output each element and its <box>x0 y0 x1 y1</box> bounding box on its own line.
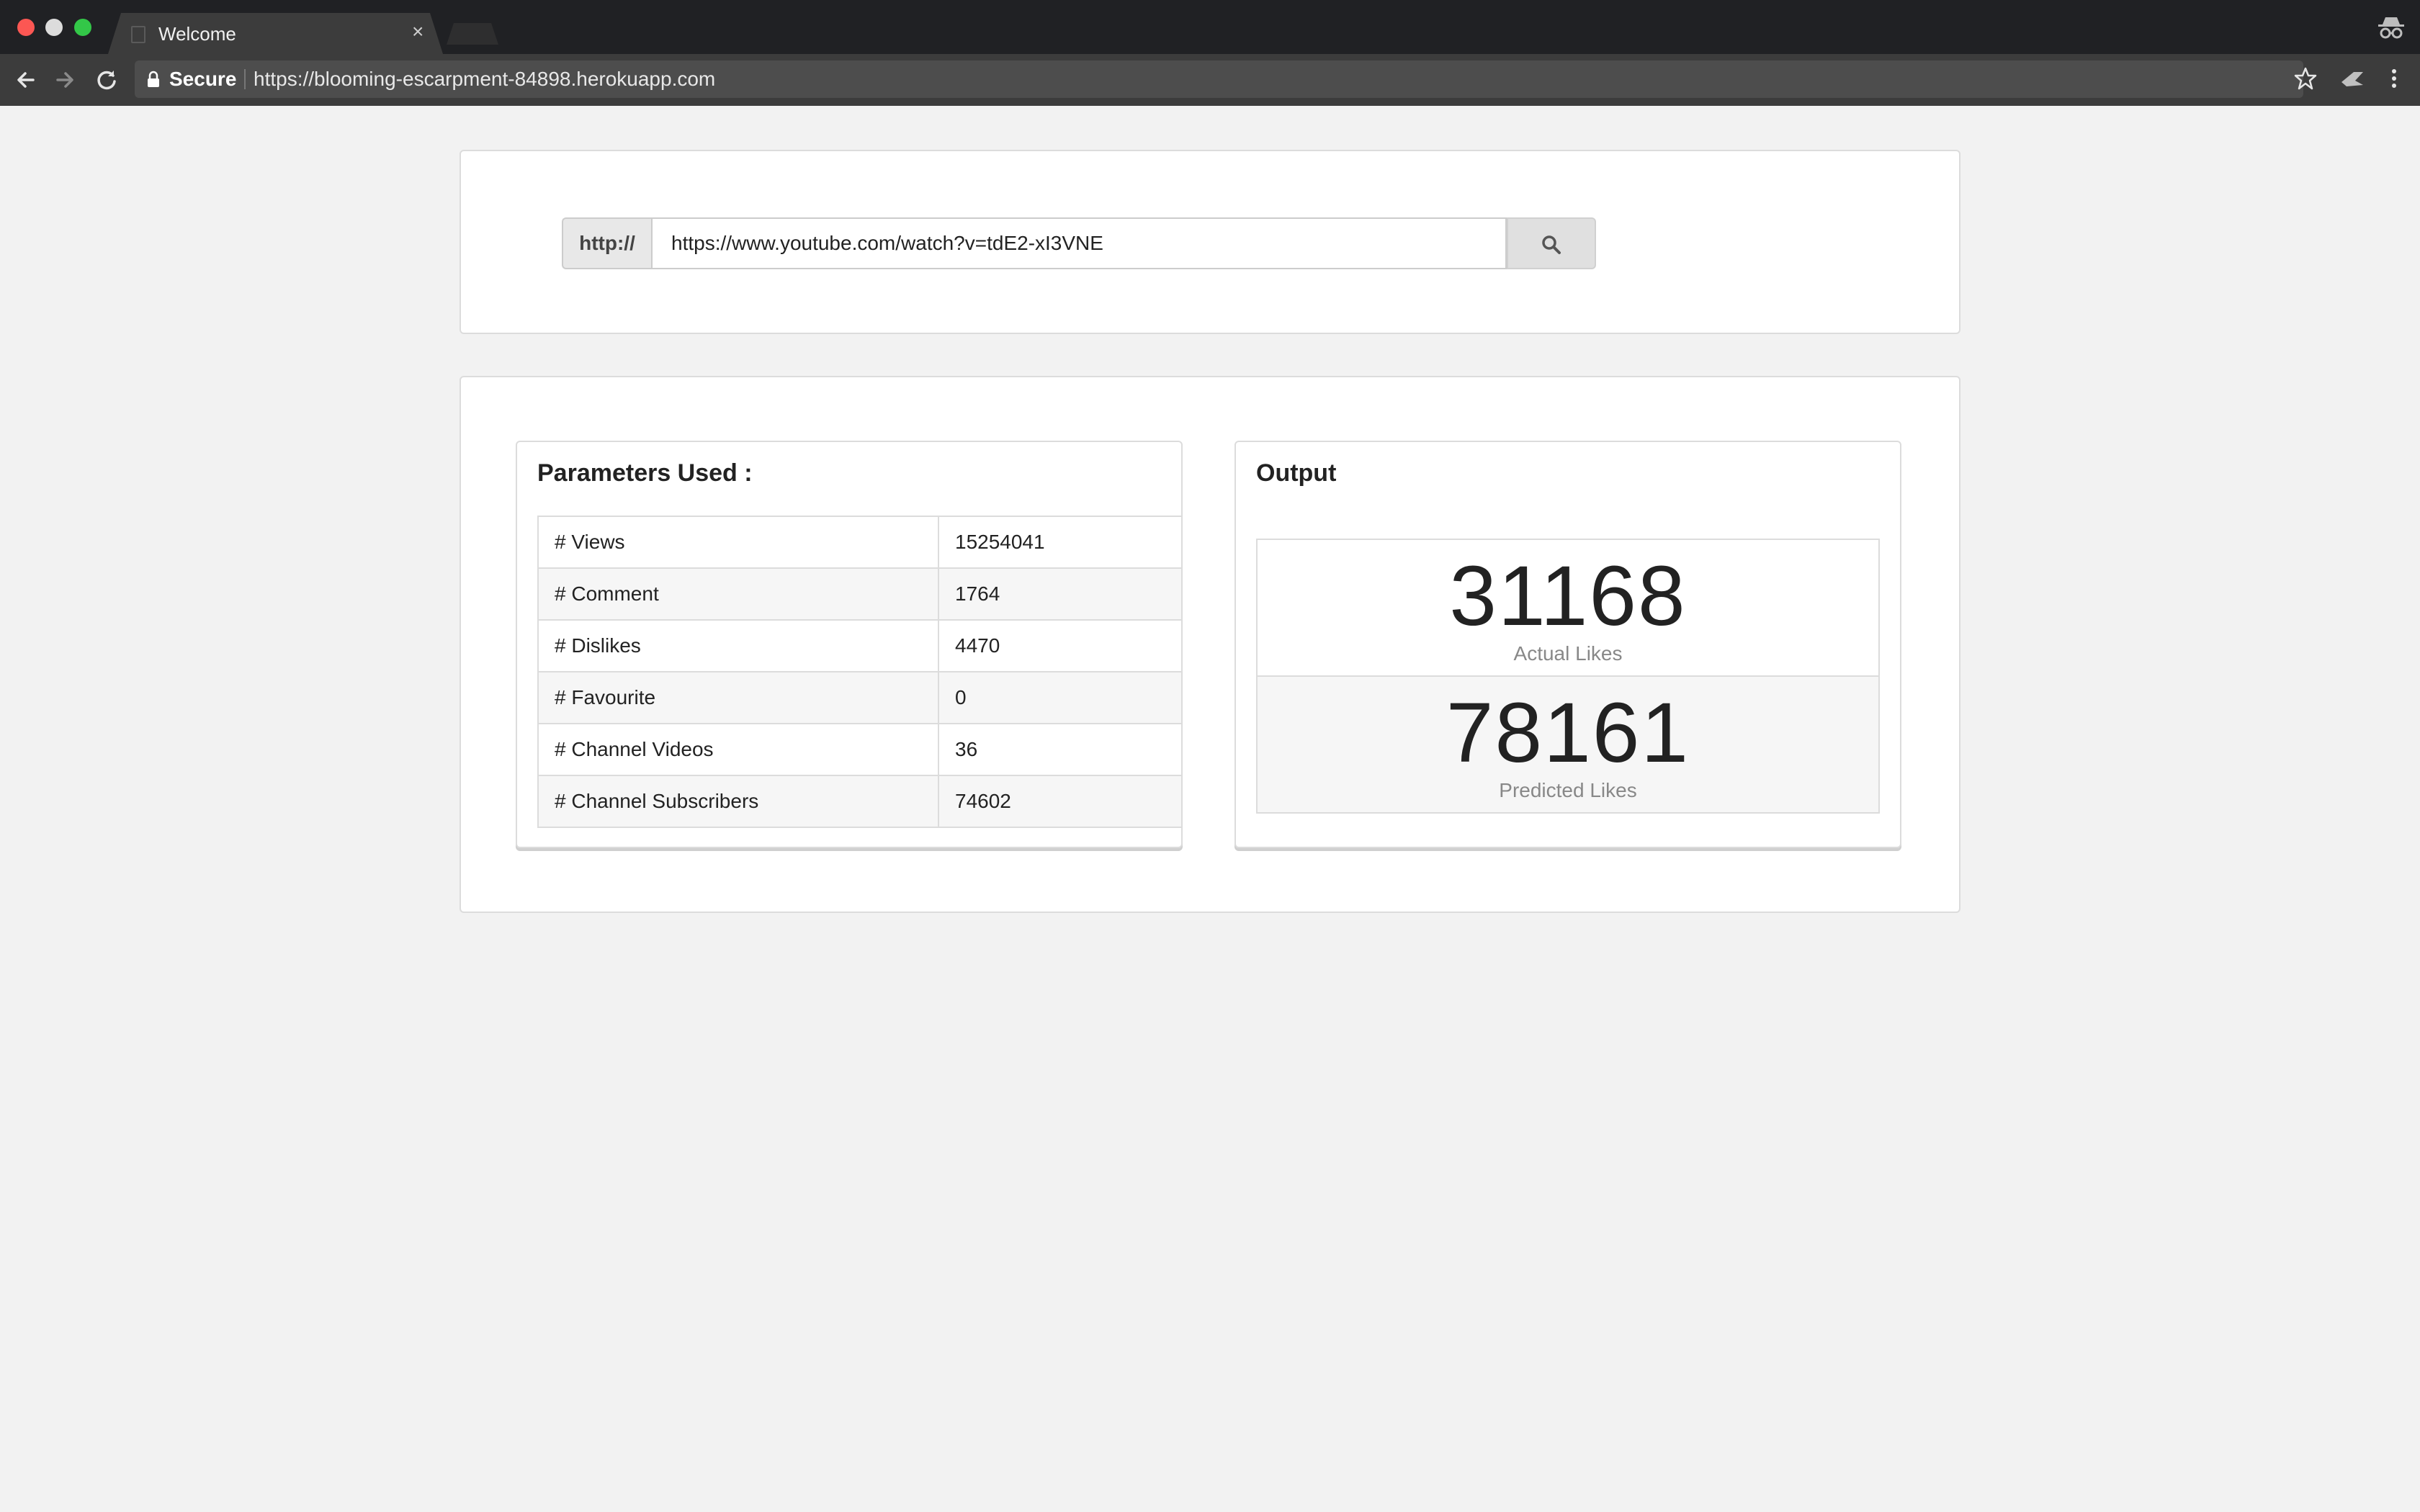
param-label: # Favourite <box>537 671 939 724</box>
address-bar[interactable]: Secure https://blooming-escarpment-84898… <box>135 60 2303 98</box>
reload-icon[interactable] <box>94 67 120 93</box>
back-arrow-icon[interactable] <box>13 67 39 93</box>
table-row: # Views 15254041 <box>537 516 1183 569</box>
actual-likes-stat: 31168 Actual Likes <box>1256 539 1880 677</box>
search-panel: http:// <box>460 150 1960 334</box>
predicted-likes-stat: 78161 Predicted Likes <box>1256 675 1880 814</box>
search-icon <box>1542 235 1561 254</box>
param-label: # Channel Videos <box>537 723 939 776</box>
parameters-title: Parameters Used : <box>537 459 753 487</box>
new-tab-button[interactable] <box>447 23 498 45</box>
menu-dots-icon[interactable] <box>2385 66 2403 91</box>
url-prefix-addon: http:// <box>562 217 651 269</box>
table-row: # Comment 1764 <box>537 567 1183 621</box>
secure-label: Secure <box>169 68 237 90</box>
table-row: # Channel Subscribers 74602 <box>537 775 1183 828</box>
output-title: Output <box>1256 459 1337 487</box>
table-row: # Channel Videos 36 <box>537 723 1183 776</box>
incognito-icon[interactable] <box>2377 14 2406 40</box>
page-icon <box>131 26 145 43</box>
results-panel: Parameters Used : # Views 15254041 # Com… <box>460 376 1960 913</box>
window-minimize-button[interactable] <box>45 19 63 36</box>
param-label: # Dislikes <box>537 619 939 672</box>
bookmark-star-icon[interactable] <box>2293 66 2318 91</box>
window-maximize-button[interactable] <box>74 19 91 36</box>
parameters-card: Parameters Used : # Views 15254041 # Com… <box>516 441 1183 848</box>
browser-tab-active[interactable]: Welcome × <box>108 13 443 54</box>
output-card: Output 31168 Actual Likes 78161 Predicte… <box>1234 441 1901 848</box>
browser-toolbar: Secure https://blooming-escarpment-84898… <box>0 54 2420 106</box>
tab-title: Welcome <box>158 23 236 45</box>
search-button[interactable] <box>1507 217 1596 269</box>
table-row: # Dislikes 4470 <box>537 619 1183 672</box>
actual-likes-label: Actual Likes <box>1513 642 1623 665</box>
predicted-likes-label: Predicted Likes <box>1499 779 1637 801</box>
lock-icon <box>148 71 159 87</box>
param-value: 0 <box>938 671 1183 724</box>
param-value: 15254041 <box>938 516 1183 569</box>
param-label: # Comment <box>537 567 939 621</box>
param-label: # Views <box>537 516 939 569</box>
parameters-table: # Views 15254041 # Comment 1764 # Dislik… <box>537 516 1183 828</box>
actual-likes-value: 31168 <box>1449 549 1687 644</box>
table-row: # Favourite 0 <box>537 671 1183 724</box>
address-separator <box>244 69 246 89</box>
extension-icon[interactable] <box>2339 66 2365 91</box>
param-value: 4470 <box>938 619 1183 672</box>
video-url-input[interactable] <box>651 217 1507 269</box>
browser-titlebar: Welcome × <box>0 0 2420 54</box>
tab-close-icon[interactable]: × <box>412 22 424 42</box>
address-url[interactable]: https://blooming-escarpment-84898.heroku… <box>254 68 715 91</box>
param-value: 74602 <box>938 775 1183 828</box>
forward-arrow-icon[interactable] <box>52 67 78 93</box>
window-close-button[interactable] <box>17 19 35 36</box>
param-value: 1764 <box>938 567 1183 621</box>
predicted-likes-value: 78161 <box>1446 685 1690 780</box>
param-value: 36 <box>938 723 1183 776</box>
param-label: # Channel Subscribers <box>537 775 939 828</box>
